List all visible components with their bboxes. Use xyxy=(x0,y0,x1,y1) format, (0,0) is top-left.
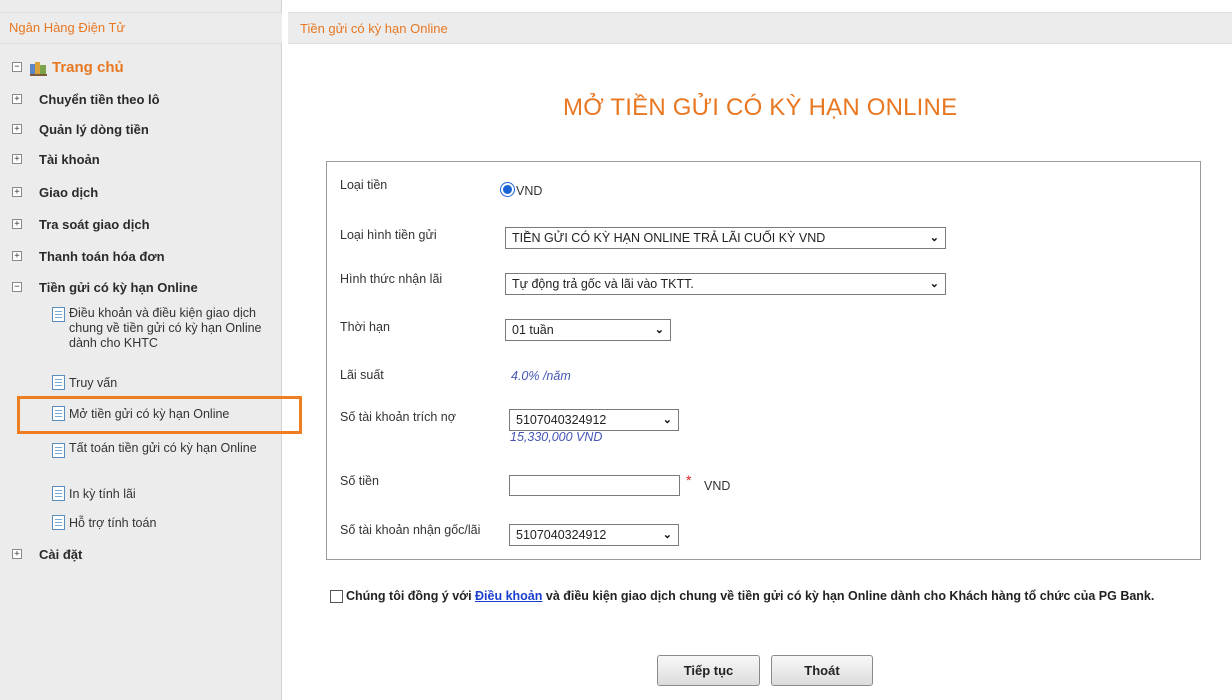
sidebar-item-bill-payment[interactable]: + Thanh toán hóa đơn xyxy=(0,244,282,268)
expand-icon[interactable]: + xyxy=(12,549,22,559)
rate-label: Lãi suất xyxy=(340,368,384,382)
continue-button[interactable]: Tiếp tục xyxy=(657,655,760,686)
chevron-down-icon: ⌄ xyxy=(929,232,939,244)
sidebar-item-label[interactable]: Giao dịch xyxy=(39,185,98,200)
debit-account-select[interactable]: 5107040324912 ⌄ xyxy=(509,409,679,431)
expand-icon[interactable]: + xyxy=(12,94,22,104)
sidebar-item-label[interactable]: Thanh toán hóa đơn xyxy=(39,249,165,264)
chevron-down-icon: ⌄ xyxy=(662,529,672,541)
receive-account-label: Số tài khoản nhận gốc/lãi xyxy=(340,523,481,537)
agreement-text: Chúng tôi đồng ý với Điều khoản và điều … xyxy=(330,588,1225,605)
sidebar-item-online-term-deposit[interactable]: − Tiền gửi có kỳ hạn Online xyxy=(0,275,282,299)
document-icon xyxy=(52,515,65,530)
sidebar-item-label[interactable]: Tra soát giao dịch xyxy=(39,217,150,232)
document-icon xyxy=(52,443,65,458)
receive-account-value: 5107040324912 xyxy=(516,528,607,542)
expand-icon[interactable]: + xyxy=(12,251,22,261)
debit-balance: 15,330,000 VND xyxy=(510,430,603,444)
required-mark: * xyxy=(686,472,692,488)
debit-account-value: 5107040324912 xyxy=(516,413,607,427)
highlight-annotation xyxy=(17,396,302,434)
interest-method-value: Tự động trả gốc và lãi vào TKTT. xyxy=(512,277,694,291)
interest-method-select[interactable]: Tự động trả gốc và lãi vào TKTT. ⌄ xyxy=(505,273,946,295)
sidebar-item-settings[interactable]: + Cài đặt xyxy=(0,542,282,566)
term-label: Thời hạn xyxy=(340,320,390,334)
term-select[interactable]: 01 tuần ⌄ xyxy=(505,319,671,341)
sidebar-item-label[interactable]: Cài đặt xyxy=(39,547,82,562)
amount-label: Số tiền xyxy=(340,474,379,488)
collapse-icon[interactable]: − xyxy=(12,282,22,292)
chevron-down-icon: ⌄ xyxy=(929,278,939,290)
deposit-form xyxy=(326,161,1201,560)
subitem-inquiry[interactable]: Truy vấn xyxy=(69,376,117,391)
home-link[interactable]: Trang chủ xyxy=(52,59,124,76)
exit-button[interactable]: Thoát xyxy=(771,655,873,686)
interest-method-label: Hình thức nhận lãi xyxy=(340,272,443,286)
chevron-down-icon: ⌄ xyxy=(654,324,664,336)
currency-radio[interactable] xyxy=(500,182,515,197)
main-header: Tiền gửi có kỳ hạn Online xyxy=(288,12,1232,44)
page-title: MỞ TIỀN GỬI CÓ KỲ HẠN ONLINE xyxy=(563,94,958,121)
deposit-type-value: TIỀN GỬI CÓ KỲ HẠN ONLINE TRẢ LÃI CUỐI K… xyxy=(512,231,826,245)
sidebar-item-batch-transfer[interactable]: + Chuyển tiền theo lô xyxy=(0,87,282,111)
amount-input[interactable] xyxy=(509,475,680,496)
subitem-terms[interactable]: Điều khoản và điều kiện giao dịch chung … xyxy=(69,306,269,351)
deposit-type-select[interactable]: TIỀN GỬI CÓ KỲ HẠN ONLINE TRẢ LÃI CUỐI K… xyxy=(505,227,946,249)
sidebar-item-home[interactable]: − Trang chủ xyxy=(0,55,282,79)
debit-account-label: Số tài khoản trích nợ xyxy=(340,410,456,424)
terms-link[interactable]: Điều khoản xyxy=(475,589,542,603)
subitem-interest-print[interactable]: In kỳ tính lãi xyxy=(69,487,136,502)
chevron-down-icon: ⌄ xyxy=(662,414,672,426)
sidebar-item-cash-flow[interactable]: + Quản lý dòng tiền xyxy=(0,117,282,141)
term-value: 01 tuần xyxy=(512,323,554,337)
subitem-settle-deposit[interactable]: Tất toán tiền gửi có kỳ hạn Online xyxy=(69,441,259,456)
document-icon xyxy=(52,307,65,322)
expand-icon[interactable]: + xyxy=(12,124,22,134)
amount-unit: VND xyxy=(704,479,731,493)
sidebar-item-label[interactable]: Tiền gửi có kỳ hạn Online xyxy=(39,280,198,295)
rate-value: 4.0% /năm xyxy=(511,369,571,383)
sidebar-header: Ngân Hàng Điện Tử xyxy=(0,12,282,44)
sidebar-title: Ngân Hàng Điện Tử xyxy=(9,20,126,35)
document-icon xyxy=(52,375,65,390)
sidebar-item-label[interactable]: Tài khoản xyxy=(39,152,100,167)
sidebar-item-accounts[interactable]: + Tài khoản xyxy=(0,147,282,171)
expand-icon[interactable]: + xyxy=(12,187,22,197)
breadcrumb: Tiền gửi có kỳ hạn Online xyxy=(300,21,448,36)
agreement-suffix: và điều kiện giao dịch chung về tiền gửi… xyxy=(542,589,1155,603)
currency-label: Loại tiền xyxy=(340,178,388,192)
sidebar-item-label[interactable]: Chuyển tiền theo lô xyxy=(39,92,160,107)
expand-icon[interactable]: + xyxy=(12,154,22,164)
sidebar-item-transactions[interactable]: + Giao dịch xyxy=(0,180,282,204)
agreement-prefix: Chúng tôi đồng ý với xyxy=(346,589,476,603)
sidebar: Ngân Hàng Điện Tử − Trang chủ + Chuyển t… xyxy=(0,0,282,700)
home-books-icon xyxy=(30,61,47,76)
subitem-calculator[interactable]: Hỗ trợ tính toán xyxy=(69,516,156,531)
receive-account-select[interactable]: 5107040324912 ⌄ xyxy=(509,524,679,546)
document-icon xyxy=(52,486,65,501)
sidebar-item-label[interactable]: Quản lý dòng tiền xyxy=(39,122,149,137)
currency-value: VND xyxy=(516,184,543,198)
expand-icon[interactable]: + xyxy=(12,219,22,229)
deposit-type-label: Loại hình tiền gửi xyxy=(340,228,437,242)
collapse-icon[interactable]: − xyxy=(12,62,22,72)
sidebar-item-transaction-inquiry[interactable]: + Tra soát giao dịch xyxy=(0,212,282,236)
